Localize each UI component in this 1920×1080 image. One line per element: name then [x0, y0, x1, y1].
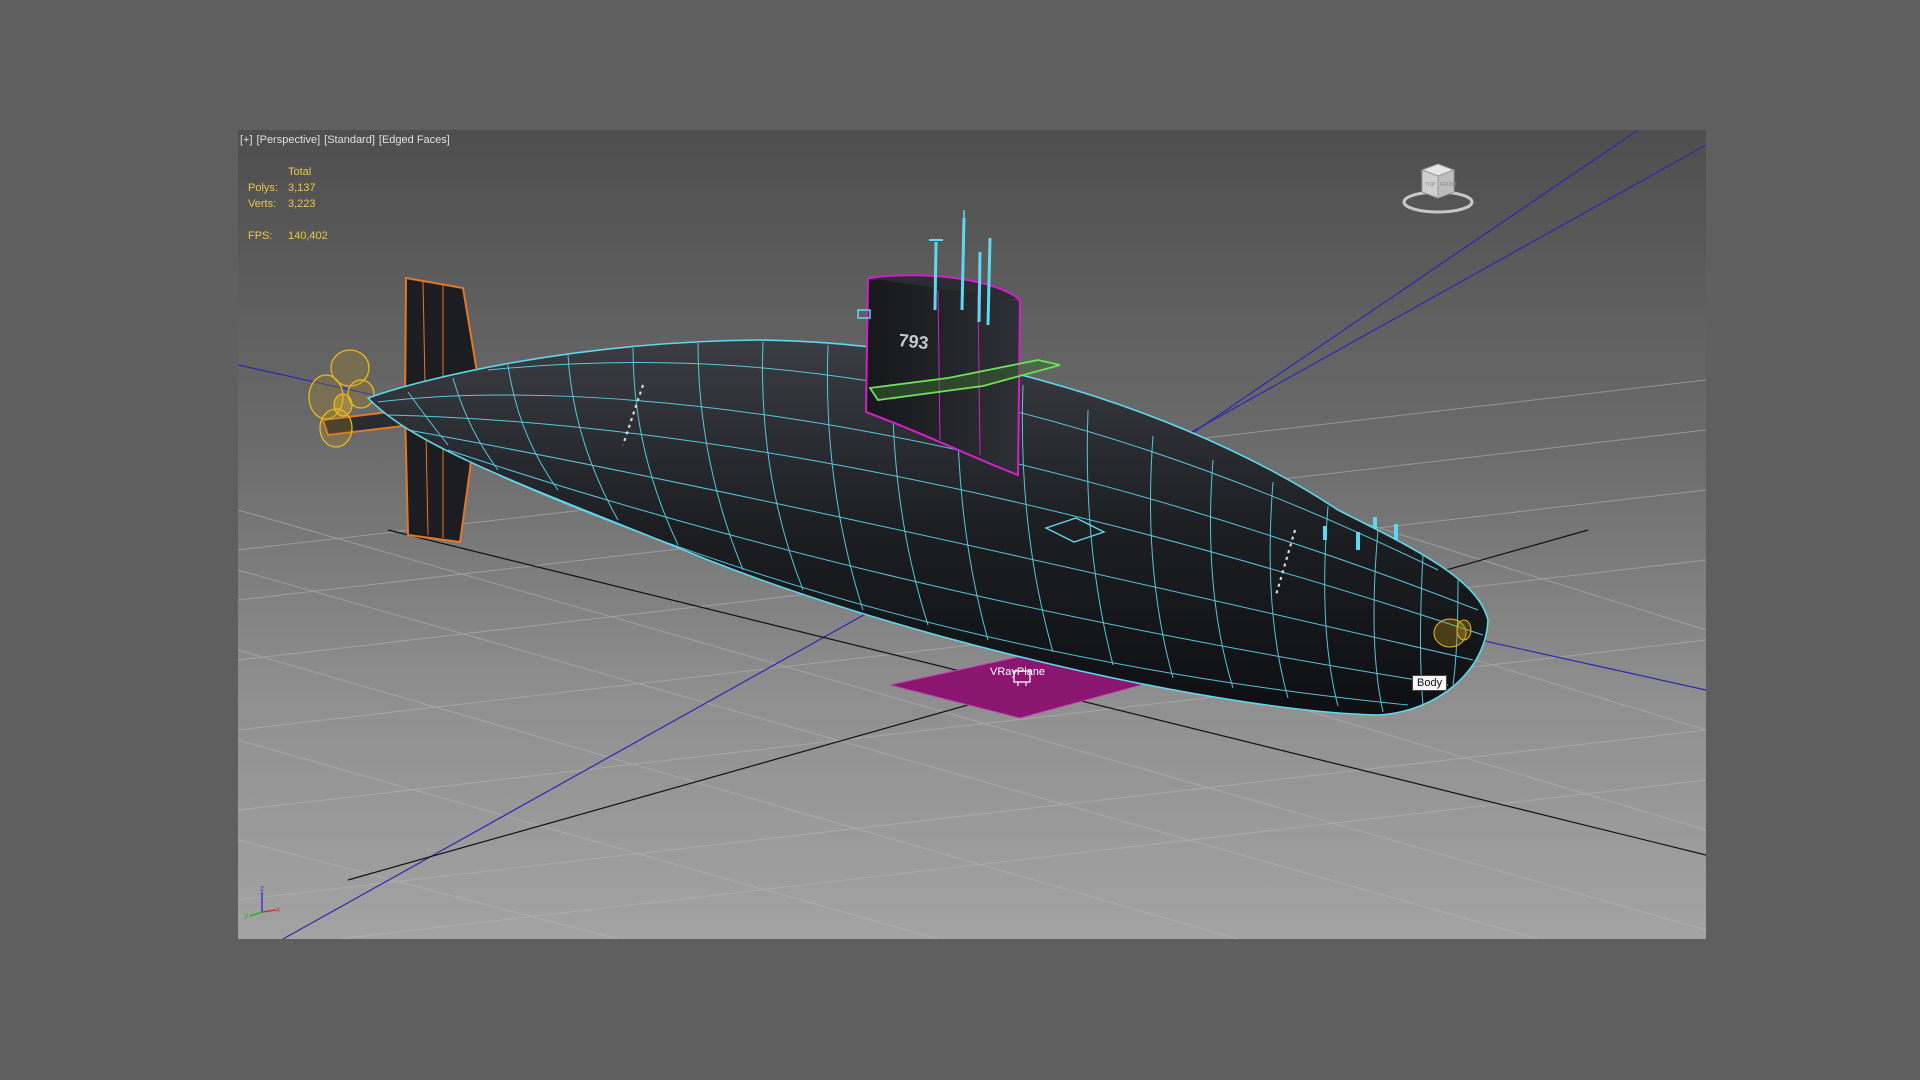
axis-x-label: x	[276, 905, 280, 914]
viewport-menu-display[interactable]: [Edged Faces]	[379, 132, 450, 148]
stats-polys-row: Polys: 3,137	[248, 180, 328, 196]
viewcube-icon[interactable]: TOP FRONT	[1398, 158, 1478, 218]
polys-value: 3,137	[288, 182, 316, 194]
stats-header: Total	[288, 166, 312, 178]
fps-value: 140,402	[288, 230, 328, 242]
statistics-overlay: Total Polys: 3,137 Verts: 3,223 FPS: 140…	[248, 164, 328, 244]
viewport-label-menu[interactable]: [+] [Perspective] [Standard] [Edged Face…	[240, 132, 450, 148]
viewcube-face-left[interactable]: TOP	[1425, 182, 1436, 188]
scene-canvas[interactable]: 793	[238, 130, 1706, 939]
verts-label: Verts:	[248, 198, 277, 210]
hull-number: 793	[898, 330, 930, 353]
propeller[interactable]	[308, 349, 375, 448]
object-tooltip: Body	[1412, 675, 1448, 691]
polys-label: Polys:	[248, 182, 278, 194]
stats-fps-row: FPS: 140,402	[248, 228, 328, 244]
verts-value: 3,223	[288, 198, 316, 210]
stats-verts-row: Verts: 3,223	[248, 196, 328, 212]
axis-y-label: y	[244, 911, 248, 920]
perspective-viewport[interactable]: 793 [+] [Perspective] [Standard] [Edged …	[238, 130, 1706, 939]
axis-tripod-icon: z x y	[244, 884, 280, 920]
viewport-menu-plus[interactable]: [+]	[240, 132, 253, 148]
viewport-menu-shading[interactable]: [Standard]	[324, 132, 375, 148]
axis-z-label: z	[260, 884, 264, 893]
vray-plane-label: VRayPlane	[990, 666, 1046, 678]
viewport-menu-perspective[interactable]: [Perspective]	[257, 132, 321, 148]
viewcube-face-right[interactable]: FRONT	[1440, 182, 1457, 188]
fps-label: FPS:	[248, 230, 273, 242]
